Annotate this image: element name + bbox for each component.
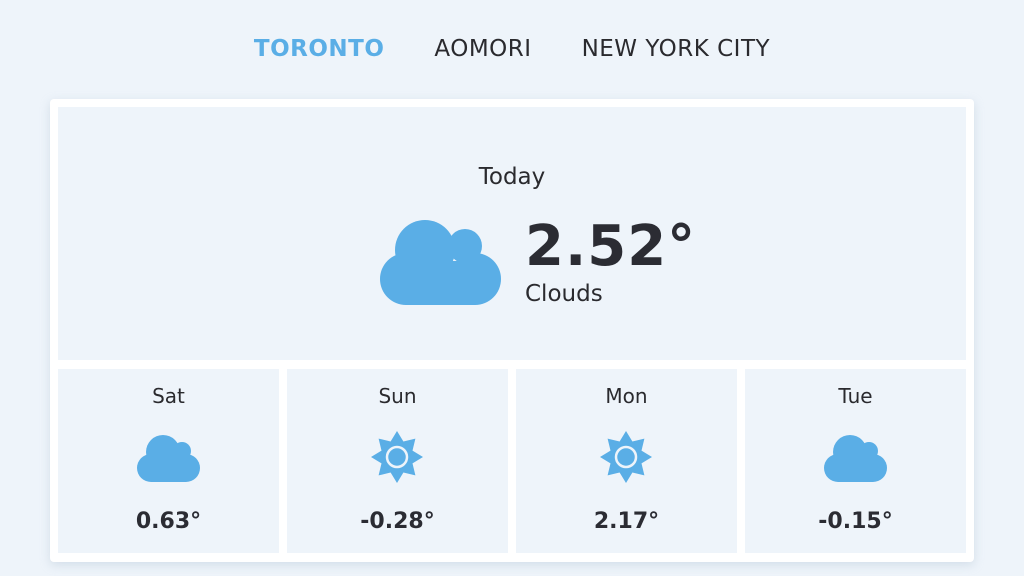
day-temperature: -0.28° — [360, 509, 435, 534]
sun-icon — [371, 431, 423, 483]
cloud-icon — [824, 435, 887, 482]
tab-toronto[interactable]: TORONTO — [254, 36, 385, 64]
today-temperature: 2.52° — [525, 214, 697, 279]
today-label: Today — [478, 164, 546, 190]
day-name: Sat — [152, 384, 185, 408]
day-name: Sun — [378, 384, 417, 408]
day-temperature: -0.15° — [818, 509, 893, 534]
forecast-day-sun: Sun -0.28° — [287, 369, 508, 553]
tab-new-york-city[interactable]: NEW YORK CITY — [582, 36, 771, 64]
day-name: Tue — [838, 384, 873, 408]
forecast-day-tue: Tue -0.15° — [745, 369, 966, 553]
city-tabs: TORONTO AOMORI NEW YORK CITY — [0, 0, 1024, 100]
forecast-row: Sat 0.63° Sun -0.28° Mon 2.17° Tue -0.15… — [58, 369, 966, 553]
tab-aomori[interactable]: AOMORI — [434, 36, 531, 64]
cloud-icon — [380, 220, 501, 305]
weather-card: Today 2.52° Clouds Sat 0.63° Sun -0.28° … — [50, 99, 974, 562]
cloud-icon — [137, 435, 200, 482]
day-temperature: 0.63° — [135, 509, 202, 534]
day-name: Mon — [605, 384, 648, 408]
forecast-day-mon: Mon 2.17° — [516, 369, 737, 553]
day-temperature: 2.17° — [593, 509, 660, 534]
today-condition: Clouds — [525, 281, 603, 307]
forecast-day-sat: Sat 0.63° — [58, 369, 279, 553]
today-panel: Today 2.52° Clouds — [58, 107, 966, 360]
sun-icon — [600, 431, 652, 483]
